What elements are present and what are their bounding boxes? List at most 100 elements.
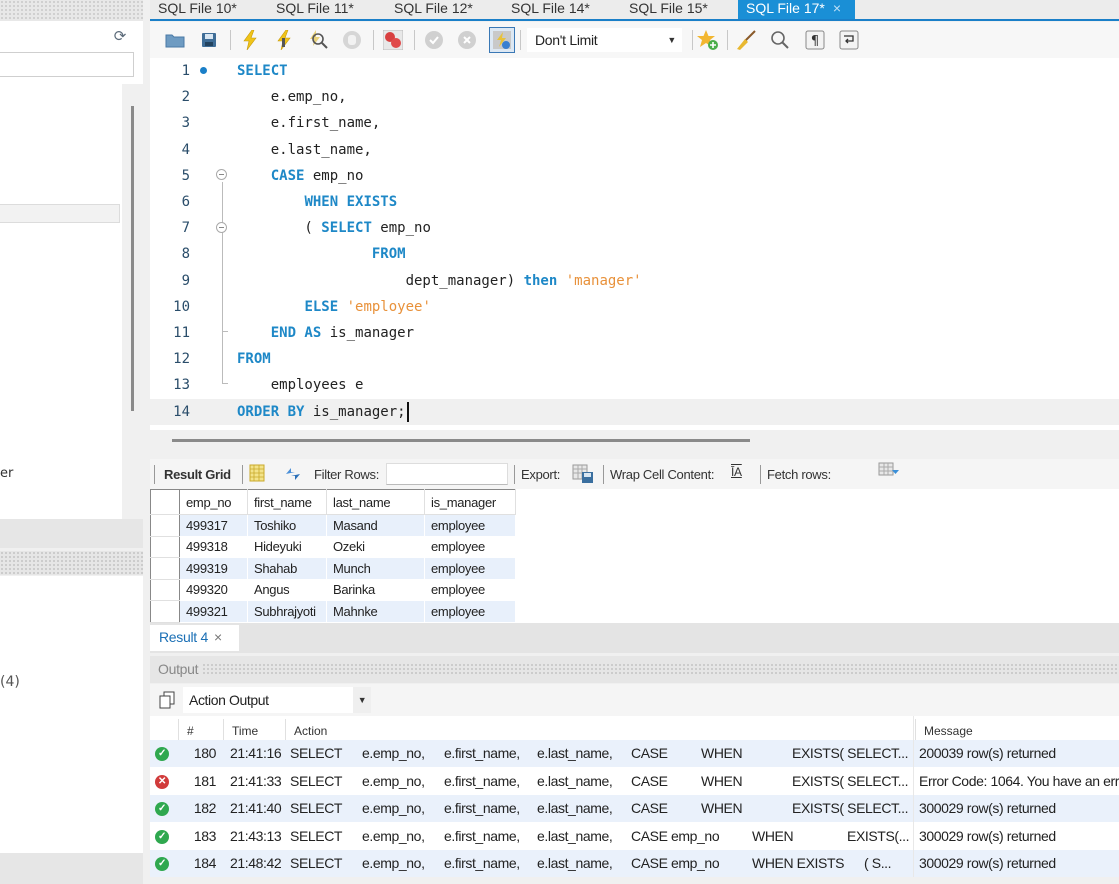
code-line[interactable]: 13 employees e: [150, 372, 1119, 398]
code-line[interactable]: 10 ELSE 'employee': [150, 294, 1119, 320]
table-cell[interactable]: 499320: [179, 579, 248, 601]
result-grid-button[interactable]: Result Grid: [164, 467, 231, 482]
schema-scrollbar[interactable]: [131, 106, 134, 411]
code-line[interactable]: 3 e.first_name,: [150, 110, 1119, 136]
execute-current-icon[interactable]: [273, 29, 295, 51]
output-row[interactable]: ✓ 180 21:41:16 SELECT e.emp_no, e.first_name,…: [150, 740, 1119, 767]
beautify-icon[interactable]: [735, 29, 757, 51]
wrap-lines-icon[interactable]: [838, 29, 860, 51]
schema-filter-input[interactable]: [0, 52, 134, 77]
table-cell[interactable]: Shahab: [247, 557, 327, 579]
table-cell[interactable]: Angus: [247, 579, 327, 601]
tab-result-4[interactable]: Result 4 ×: [150, 625, 239, 651]
column-header[interactable]: last_name: [326, 489, 425, 515]
row-header[interactable]: [150, 536, 180, 558]
tab-sql-file-10[interactable]: SQL File 10*: [150, 0, 237, 19]
fetch-rows-icon[interactable]: [878, 462, 900, 483]
save-icon[interactable]: [198, 29, 220, 51]
wrap-cell-icon[interactable]: ĪA: [731, 465, 742, 479]
column-header[interactable]: emp_no: [179, 489, 248, 515]
code-line[interactable]: 12 FROM: [150, 346, 1119, 372]
autocommit-toggle-icon[interactable]: [489, 27, 515, 53]
sql-editor[interactable]: 1 SELECT 2 e.emp_no, 3 e.first_name, 4 e.las…: [150, 58, 1119, 430]
column-header[interactable]: is_manager: [424, 489, 516, 515]
add-snippet-icon[interactable]: [697, 29, 719, 51]
close-result-tab-icon[interactable]: ×: [214, 629, 222, 645]
table-row[interactable]: 499317 Toshiko Masand employee: [150, 514, 516, 537]
code-line[interactable]: 2 e.emp_no,: [150, 84, 1119, 110]
commit-icon[interactable]: [423, 29, 445, 51]
column-header[interactable]: first_name: [247, 489, 327, 515]
copy-icon[interactable]: [158, 691, 176, 709]
table-cell[interactable]: 499321: [179, 600, 248, 622]
code-line[interactable]: 1 SELECT: [150, 58, 1119, 84]
table-cell[interactable]: 499317: [179, 514, 248, 536]
table-row[interactable]: 499321 Subhrajyoti Mahnke employee: [150, 600, 516, 623]
table-cell[interactable]: Munch: [326, 557, 425, 579]
table-cell[interactable]: 499318: [179, 536, 248, 558]
table-cell[interactable]: employee: [424, 536, 516, 558]
execute-icon[interactable]: [239, 29, 261, 51]
table-cell[interactable]: 499319: [179, 557, 248, 579]
tab-sql-file-17[interactable]: SQL File 17* ×: [738, 0, 855, 19]
column-header-action[interactable]: Action: [285, 719, 915, 742]
fold-toggle-icon[interactable]: [216, 222, 227, 233]
table-cell[interactable]: employee: [424, 600, 516, 622]
code-line[interactable]: 5 CASE emp_no: [150, 163, 1119, 189]
output-row[interactable]: ✓ 183 21:43:13 SELECT e.emp_no, e.first_name,…: [150, 822, 1119, 850]
form-editor-icon[interactable]: [249, 464, 265, 485]
schema-tree-item-text[interactable]: er: [0, 466, 13, 481]
table-cell[interactable]: Mahnke: [326, 600, 425, 622]
table-cell[interactable]: employee: [424, 557, 516, 579]
code-line[interactable]: 6 WHEN EXISTS: [150, 189, 1119, 215]
table-cell[interactable]: employee: [424, 514, 516, 536]
code-line[interactable]: 9 dept_manager) then 'manager': [150, 268, 1119, 294]
table-cell[interactable]: Masand: [326, 514, 425, 536]
result-grid[interactable]: emp_no first_name last_name is_manager 4…: [150, 489, 1119, 623]
toggle-error-stop-icon[interactable]: [382, 29, 404, 51]
table-cell[interactable]: Ozeki: [326, 536, 425, 558]
table-row[interactable]: 499318 Hideyuki Ozeki employee: [150, 536, 516, 558]
export-icon[interactable]: [572, 464, 594, 487]
filter-rows-input[interactable]: [386, 463, 508, 485]
table-row[interactable]: 499320 Angus Barinka employee: [150, 579, 516, 601]
tab-sql-file-15[interactable]: SQL File 15*: [621, 0, 708, 19]
tab-sql-file-14[interactable]: SQL File 14*: [503, 0, 590, 19]
invisible-chars-icon[interactable]: ¶: [804, 29, 826, 51]
code-line[interactable]: 8 FROM: [150, 241, 1119, 267]
refresh-results-icon[interactable]: [283, 465, 303, 486]
table-cell[interactable]: Hideyuki: [247, 536, 327, 558]
schema-tree-selected-row[interactable]: [0, 204, 120, 223]
output-row[interactable]: ✓ 182 21:41:40 SELECT e.emp_no, e.first_name,…: [150, 795, 1119, 822]
code-line[interactable]: 4 e.last_name,: [150, 137, 1119, 163]
column-header-message[interactable]: Message: [915, 719, 1119, 742]
rollback-icon[interactable]: [456, 29, 478, 51]
limit-rows-select[interactable]: Don't Limit ▼: [527, 28, 682, 52]
fold-toggle-icon[interactable]: [216, 169, 227, 180]
explain-icon[interactable]: [307, 29, 329, 51]
output-mode-select[interactable]: Action Output ▼: [183, 687, 371, 713]
output-row[interactable]: ✓ 184 21:48:42 SELECT e.emp_no, e.first_name,…: [150, 850, 1119, 877]
stop-icon[interactable]: [341, 29, 363, 51]
column-divider[interactable]: [913, 716, 914, 877]
editor-horizontal-scrollbar[interactable]: [172, 439, 750, 442]
tab-sql-file-11[interactable]: SQL File 11*: [268, 0, 354, 19]
close-tab-icon[interactable]: ×: [833, 0, 841, 16]
code-line[interactable]: 14 ORDER BY is_manager;: [150, 398, 1119, 425]
find-icon[interactable]: [769, 29, 791, 51]
code-line[interactable]: 7 ( SELECT emp_no: [150, 215, 1119, 241]
column-header-time[interactable]: Time: [223, 719, 285, 742]
table-row[interactable]: 499319 Shahab Munch employee: [150, 557, 516, 580]
table-cell[interactable]: Toshiko: [247, 514, 327, 536]
row-header[interactable]: [150, 557, 180, 580]
row-header[interactable]: [150, 514, 180, 537]
open-folder-icon[interactable]: [164, 29, 186, 51]
table-cell[interactable]: employee: [424, 579, 516, 601]
table-cell[interactable]: Barinka: [326, 579, 425, 601]
tab-sql-file-12[interactable]: SQL File 12*: [386, 0, 473, 19]
row-header[interactable]: [150, 579, 180, 601]
table-cell[interactable]: Subhrajyoti: [247, 600, 327, 622]
row-header[interactable]: [150, 600, 180, 623]
output-row[interactable]: ✕ 181 21:41:33 SELECT e.emp_no, e.first_name,…: [150, 767, 1119, 795]
panel-grip[interactable]: [202, 663, 1119, 675]
